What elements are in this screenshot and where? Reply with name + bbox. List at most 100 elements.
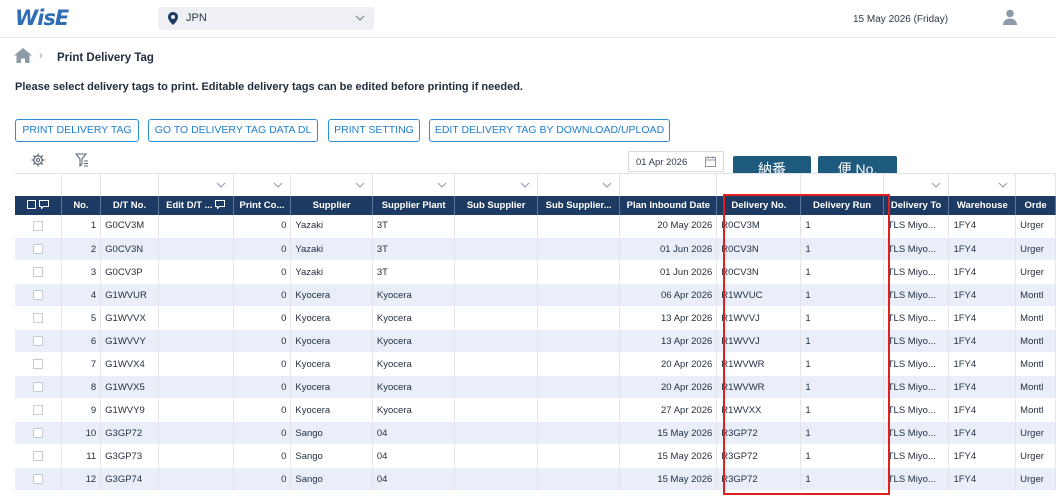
location-select[interactable]: JPN — [158, 7, 374, 30]
header-supplier-plant[interactable]: Supplier Plant — [372, 195, 456, 215]
calendar-icon[interactable] — [705, 156, 716, 167]
row-checkbox[interactable] — [32, 381, 43, 392]
row-checkbox[interactable] — [32, 289, 43, 300]
row-checkbox-cell[interactable] — [15, 375, 62, 399]
chevron-down-icon[interactable] — [998, 180, 1008, 190]
row-checkbox-cell[interactable] — [15, 283, 62, 307]
table-row[interactable]: 12 G3GP74 0 Sango 04 15 May 2026 R3GP72 1 TLS Mi… — [15, 467, 1056, 491]
print-count-cell: 0 — [233, 283, 292, 307]
header-delivery-no[interactable]: Delivery No. — [716, 195, 802, 215]
row-checkbox-cell[interactable] — [15, 329, 62, 353]
print-count-cell: 0 — [233, 467, 292, 491]
chevron-down-icon[interactable] — [931, 180, 941, 190]
supplier-plant-filter[interactable] — [372, 173, 456, 196]
select-all-header[interactable] — [15, 195, 62, 215]
header-edit-dt[interactable]: Edit D/T ... — [158, 195, 234, 215]
dt-no-filter[interactable] — [100, 173, 159, 196]
delivery-run-filter[interactable] — [800, 173, 884, 196]
print-delivery-tag-button[interactable]: PRINT DELIVERY TAG — [15, 119, 139, 142]
row-checkbox[interactable] — [32, 427, 43, 438]
delivery-run-cell: 1 — [800, 306, 884, 330]
sub-supplier-filter[interactable] — [454, 173, 538, 196]
chevron-down-icon[interactable] — [520, 180, 530, 190]
settings-gear-icon[interactable] — [31, 153, 45, 167]
header-no[interactable]: No. — [61, 195, 102, 215]
row-checkbox[interactable] — [32, 220, 43, 231]
table-row[interactable]: 3 G0CV3P 0 Yazaki 3T 01 Jun 2026 R0CV3N 1 TLS Mi… — [15, 260, 1056, 284]
home-icon[interactable] — [14, 48, 32, 63]
header-print-count[interactable]: Print Co... — [233, 195, 292, 215]
supplier-cell: Yazaki — [290, 260, 373, 284]
chevron-down-icon[interactable] — [602, 180, 612, 190]
edit-dt-filter[interactable] — [158, 173, 234, 196]
sub-supplier-plant-filter[interactable] — [537, 173, 621, 196]
row-checkbox-cell[interactable] — [15, 214, 62, 238]
order-cell: Urger — [1015, 467, 1056, 491]
table-row[interactable]: 5 G1WVVX 0 Kyocera Kyocera 13 Apr 2026 R1WVVJ 1… — [15, 306, 1056, 330]
row-checkbox[interactable] — [32, 450, 43, 461]
header-edit-dt-label: Edit D/T ... — [166, 199, 213, 211]
header-sub-supplier[interactable]: Sub Supplier — [454, 195, 538, 215]
table-row[interactable]: 9 G1WVY9 0 Kyocera Kyocera 27 Apr 2026 R1WVXX 1… — [15, 398, 1056, 422]
row-checkbox[interactable] — [32, 243, 43, 254]
chevron-down-icon[interactable] — [216, 180, 226, 190]
row-checkbox-cell[interactable] — [15, 352, 62, 376]
supplier-plant-cell: 04 — [372, 444, 456, 468]
row-number: 2 — [61, 237, 102, 261]
plan-inbound-date-cell: 13 Apr 2026 — [619, 329, 718, 353]
delivery-to-cell: TLS Miyo... — [883, 283, 950, 307]
header-delivery-to[interactable]: Delivery To — [883, 195, 950, 215]
filter-settings-icon[interactable] — [75, 153, 89, 167]
user-icon[interactable] — [1003, 9, 1017, 25]
supplier-filter[interactable] — [290, 173, 373, 196]
supplier-cell: Sango — [290, 444, 373, 468]
chevron-down-icon[interactable] — [355, 180, 365, 190]
edit-delivery-tag-button[interactable]: EDIT DELIVERY TAG BY DOWNLOAD/UPLOAD — [429, 119, 670, 142]
warehouse-filter[interactable] — [948, 173, 1017, 196]
header-sub-supplier-plant[interactable]: Sub Supplier... — [537, 195, 621, 215]
select-all-checkbox[interactable] — [27, 200, 37, 210]
row-checkbox-cell[interactable] — [15, 260, 62, 284]
row-checkbox-cell[interactable] — [15, 444, 62, 468]
table-row[interactable]: 1 G0CV3M 0 Yazaki 3T 20 May 2026 R0CV3M 1 TLS Mi… — [15, 214, 1056, 238]
row-checkbox-cell[interactable] — [15, 306, 62, 330]
row-checkbox-cell[interactable] — [15, 237, 62, 261]
supplier-cell: Kyocera — [290, 398, 373, 422]
sub-supplier-plant-cell — [537, 329, 621, 353]
row-checkbox[interactable] — [32, 312, 43, 323]
table-row[interactable]: 7 G1WVX4 0 Kyocera Kyocera 20 Apr 2026 R1WVWR 1… — [15, 352, 1056, 376]
table-row[interactable]: 10 G3GP72 0 Sango 04 15 May 2026 R3GP72 1 TLS Mi… — [15, 421, 1056, 445]
table-row[interactable]: 2 G0CV3N 0 Yazaki 3T 01 Jun 2026 R0CV3N 1 TLS Mi… — [15, 237, 1056, 261]
print-count-filter[interactable] — [233, 173, 292, 196]
header-dt-no[interactable]: D/T No. — [100, 195, 159, 215]
table-row[interactable]: 6 G1WVVY 0 Kyocera Kyocera 13 Apr 2026 R1WVVJ 1… — [15, 329, 1056, 353]
order-cell: Montl — [1015, 352, 1056, 376]
header-supplier[interactable]: Supplier — [290, 195, 373, 215]
order-filter[interactable] — [1015, 173, 1056, 196]
row-checkbox[interactable] — [32, 473, 43, 484]
chevron-down-icon[interactable] — [273, 180, 283, 190]
row-checkbox-cell[interactable] — [15, 421, 62, 445]
delivery-to-filter[interactable] — [883, 173, 950, 196]
header-warehouse[interactable]: Warehouse — [948, 195, 1017, 215]
dt-no-cell: G1WVVY — [100, 329, 159, 353]
row-checkbox-cell[interactable] — [15, 398, 62, 422]
row-checkbox-cell[interactable] — [15, 467, 62, 491]
plan-inbound-date-from-input[interactable]: 01 Apr 2026 — [628, 151, 724, 172]
row-checkbox[interactable] — [32, 335, 43, 346]
delivery-no-filter[interactable] — [716, 173, 802, 196]
print-setting-button[interactable]: PRINT SETTING — [328, 119, 420, 142]
app-logo[interactable]: WisE — [15, 6, 69, 30]
table-row[interactable]: 11 G3GP73 0 Sango 04 15 May 2026 R3GP72 1 TLS Mi… — [15, 444, 1056, 468]
row-checkbox[interactable] — [32, 358, 43, 369]
header-order[interactable]: Orde — [1015, 195, 1056, 215]
row-checkbox[interactable] — [32, 404, 43, 415]
header-plan-inbound-date[interactable]: Plan Inbound Date — [619, 195, 718, 215]
table-row[interactable]: 8 G1WVX5 0 Kyocera Kyocera 20 Apr 2026 R1WVWR 1… — [15, 375, 1056, 399]
row-checkbox[interactable] — [32, 266, 43, 277]
supplier-plant-cell: 04 — [372, 421, 456, 445]
table-row[interactable]: 4 G1WVUR 0 Kyocera Kyocera 06 Apr 2026 R1WVUC 1… — [15, 283, 1056, 307]
header-delivery-run[interactable]: Delivery Run — [800, 195, 884, 215]
go-to-delivery-tag-data-dl-button[interactable]: GO TO DELIVERY TAG DATA DL — [148, 119, 318, 142]
chevron-down-icon[interactable] — [437, 180, 447, 190]
